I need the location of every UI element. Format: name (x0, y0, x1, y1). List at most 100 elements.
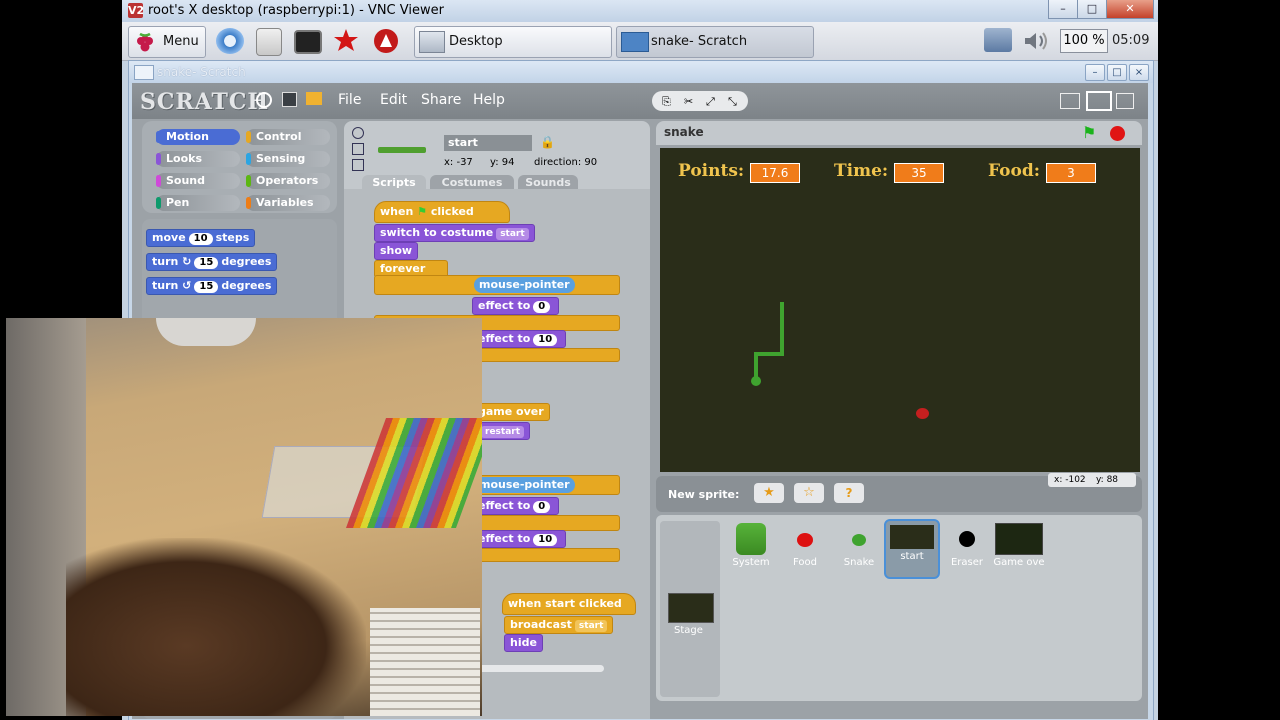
window-icon (134, 65, 154, 80)
browser-icon[interactable] (216, 28, 244, 54)
costume-dropdown[interactable]: restart (481, 426, 525, 438)
close-button[interactable]: ✕ (1106, 0, 1154, 19)
touching-block[interactable]: mouse-pointer (474, 477, 575, 493)
sprite-info: start 🔒 x: -37 y: 94 direction: 90 Scrip… (344, 121, 650, 191)
broadcast-block[interactable]: broadcast start (504, 616, 614, 634)
save-icon[interactable] (282, 92, 297, 107)
block-input[interactable]: 15 (194, 281, 219, 293)
wolfram-icon[interactable] (332, 28, 360, 54)
category-sensing[interactable]: Sensing (246, 151, 330, 167)
minimize-button[interactable]: – (1048, 0, 1078, 19)
touching-block[interactable]: mouse-pointer (474, 277, 575, 293)
shrink-icon[interactable]: ⤡ (728, 95, 737, 109)
sprite-start[interactable]: start (884, 519, 940, 579)
block-input[interactable]: 10 (533, 534, 558, 546)
show-block[interactable]: show (374, 242, 419, 260)
scratch-logo: SCRATCH (140, 89, 270, 115)
maximize-button[interactable]: □ (1107, 64, 1127, 81)
category-variables[interactable]: Variables (246, 195, 330, 211)
duplicate-icon[interactable]: ⎘ (662, 95, 671, 109)
window-icon (621, 32, 649, 52)
ribbon-cable (345, 418, 482, 528)
menu-button[interactable]: Menu (128, 26, 206, 58)
close-button[interactable]: × (1129, 64, 1149, 81)
delete-icon[interactable]: ✂ (684, 95, 693, 108)
task-desktop[interactable]: Desktop (414, 26, 612, 58)
maximize-button[interactable]: □ (1077, 0, 1107, 19)
block-text: when (380, 205, 414, 218)
sprite-food[interactable]: Food (780, 523, 830, 568)
when-clicked-hat[interactable]: when start clicked (502, 593, 636, 615)
category-pen[interactable]: Pen (156, 195, 240, 211)
network-icon[interactable] (984, 28, 1012, 52)
food-sprite (916, 408, 929, 419)
sprite-name-field[interactable]: start (444, 135, 532, 151)
sprite-eraser[interactable]: Eraser (942, 523, 992, 568)
clock: 05:09 (1112, 33, 1150, 48)
block-input[interactable]: 10 (533, 334, 558, 346)
block-input[interactable]: 10 (188, 233, 213, 245)
language-globe-icon[interactable] (256, 92, 272, 108)
menubar: SCRATCH File Edit Share Help ⎘ ✂ ⤢ ⤡ (132, 83, 1148, 119)
costume-dropdown[interactable]: start (496, 228, 529, 240)
turn-right-block[interactable]: turn ↻ 15 degrees (146, 253, 278, 271)
sprite-label: Snake (843, 557, 875, 568)
no-rotate-icon[interactable] (352, 159, 364, 171)
webcam-overlay (6, 318, 482, 716)
category-motion[interactable]: Motion (156, 129, 240, 145)
rotation-style-icon[interactable] (352, 127, 364, 139)
menu-share[interactable]: Share (421, 92, 461, 108)
block-text: effect to (478, 532, 531, 545)
stage-thumb-panel[interactable]: Stage (660, 521, 720, 697)
share-icon[interactable] (306, 92, 322, 105)
menu-file[interactable]: File (338, 92, 361, 108)
menu-help[interactable]: Help (473, 92, 505, 108)
category-sound[interactable]: Sound (156, 173, 240, 189)
minimize-button[interactable]: – (1085, 64, 1105, 81)
menu-label: Menu (163, 34, 199, 49)
flip-style-icon[interactable] (352, 143, 364, 155)
mathematica-icon[interactable] (372, 28, 400, 54)
new-sprite-label: New sprite: (668, 488, 740, 501)
scratch-title-text: snake- Scratch (157, 65, 246, 79)
when-flag-clicked-hat[interactable]: when ⚑ clicked (374, 201, 510, 223)
cpu-monitor: 100 % (1060, 29, 1108, 53)
switch-costume-block[interactable]: switch to costume start (374, 224, 535, 242)
set-effect-block[interactable]: effect to 10 (472, 530, 567, 548)
category-looks[interactable]: Looks (156, 151, 240, 167)
choose-sprite-icon[interactable]: ☆ (794, 483, 824, 503)
terminal-icon[interactable] (294, 30, 322, 54)
hide-block[interactable]: hide (504, 634, 543, 652)
block-input[interactable]: 0 (533, 501, 551, 513)
broadcast-dropdown[interactable]: game over (472, 403, 550, 421)
green-flag-icon[interactable]: ⚑ (1082, 123, 1096, 142)
block-input[interactable]: 0 (533, 301, 551, 313)
broadcast-dropdown[interactable]: start (574, 620, 608, 632)
paint-sprite-icon[interactable]: ★ (754, 483, 784, 503)
set-effect-block[interactable]: effect to 10 (472, 330, 567, 348)
category-operators[interactable]: Operators (246, 173, 330, 189)
category-control[interactable]: Control (246, 129, 330, 145)
random-sprite-icon[interactable]: ? (834, 483, 864, 503)
stage[interactable]: Points: 17.6 Time: 35 Food: 3 (660, 148, 1140, 472)
green-flag-icon: ⚑ (417, 205, 428, 218)
sprite-snake[interactable]: Snake (834, 523, 884, 568)
set-effect-block[interactable]: effect to 0 (472, 497, 560, 515)
grow-icon[interactable]: ⤢ (706, 95, 715, 109)
normal-stage-icon[interactable] (1086, 91, 1112, 111)
lock-icon[interactable]: 🔒 (540, 135, 555, 149)
move-steps-block[interactable]: move 10 steps (146, 229, 256, 247)
set-effect-block[interactable]: effect to 0 (472, 297, 560, 315)
presentation-icon[interactable] (1116, 93, 1134, 109)
task-scratch[interactable]: snake- Scratch (616, 26, 814, 58)
scratch-titlebar: snake- Scratch – □ × (129, 61, 1153, 83)
small-stage-icon[interactable] (1060, 93, 1080, 109)
volume-icon[interactable] (1022, 30, 1052, 52)
sprite-game-over[interactable]: Game ove (992, 523, 1046, 568)
stop-icon[interactable] (1110, 126, 1125, 141)
menu-edit[interactable]: Edit (380, 92, 407, 108)
turn-left-block[interactable]: turn ↺ 15 degrees (146, 277, 278, 295)
sprite-system[interactable]: System (726, 523, 776, 568)
file-manager-icon[interactable] (256, 28, 282, 56)
block-input[interactable]: 15 (194, 257, 219, 269)
